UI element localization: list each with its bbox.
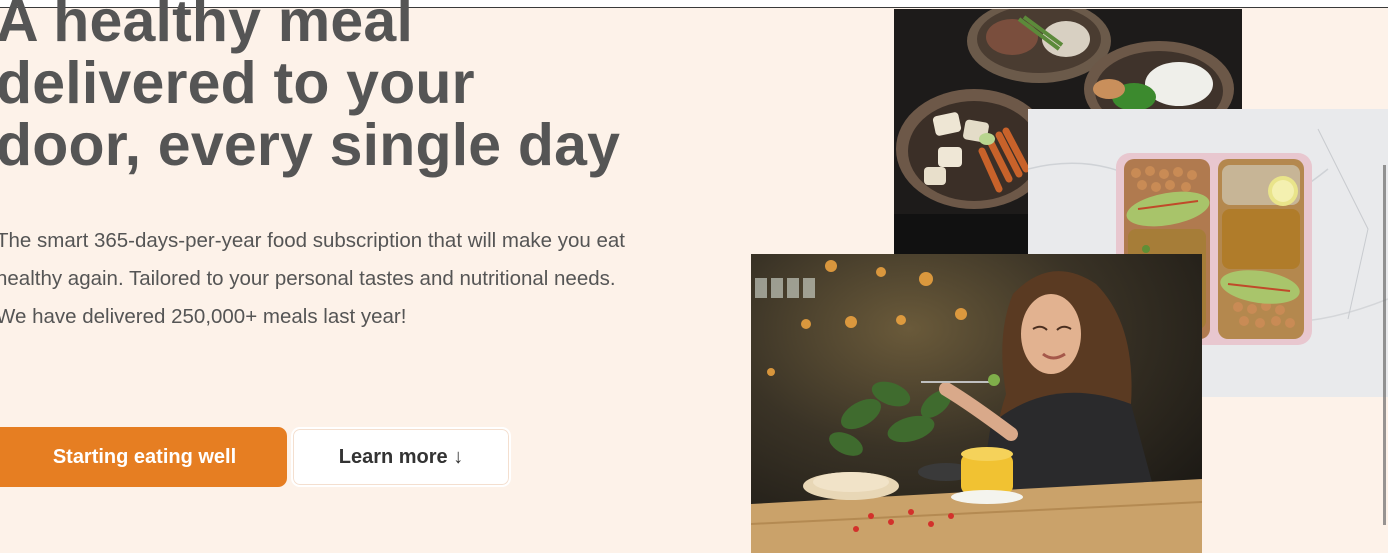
hero-description: The smart 365-days-per-year food subscri… xyxy=(0,229,625,328)
woman-eating-photo xyxy=(751,254,1202,553)
hero-heading-line-1: A healthy meal xyxy=(0,0,414,54)
start-eating-button[interactable]: Starting eating well xyxy=(0,427,287,487)
scrollbar[interactable] xyxy=(1383,165,1386,525)
learn-more-button[interactable]: Learn more ↓ xyxy=(291,427,511,487)
hero-heading-line-2: delivered to your xyxy=(0,50,475,116)
hero-heading: A healthy meal delivered to your door, e… xyxy=(0,0,686,176)
hero-heading-line-3: door, every single day xyxy=(0,112,621,178)
hero-text-block: A healthy meal delivered to your door, e… xyxy=(0,0,686,176)
